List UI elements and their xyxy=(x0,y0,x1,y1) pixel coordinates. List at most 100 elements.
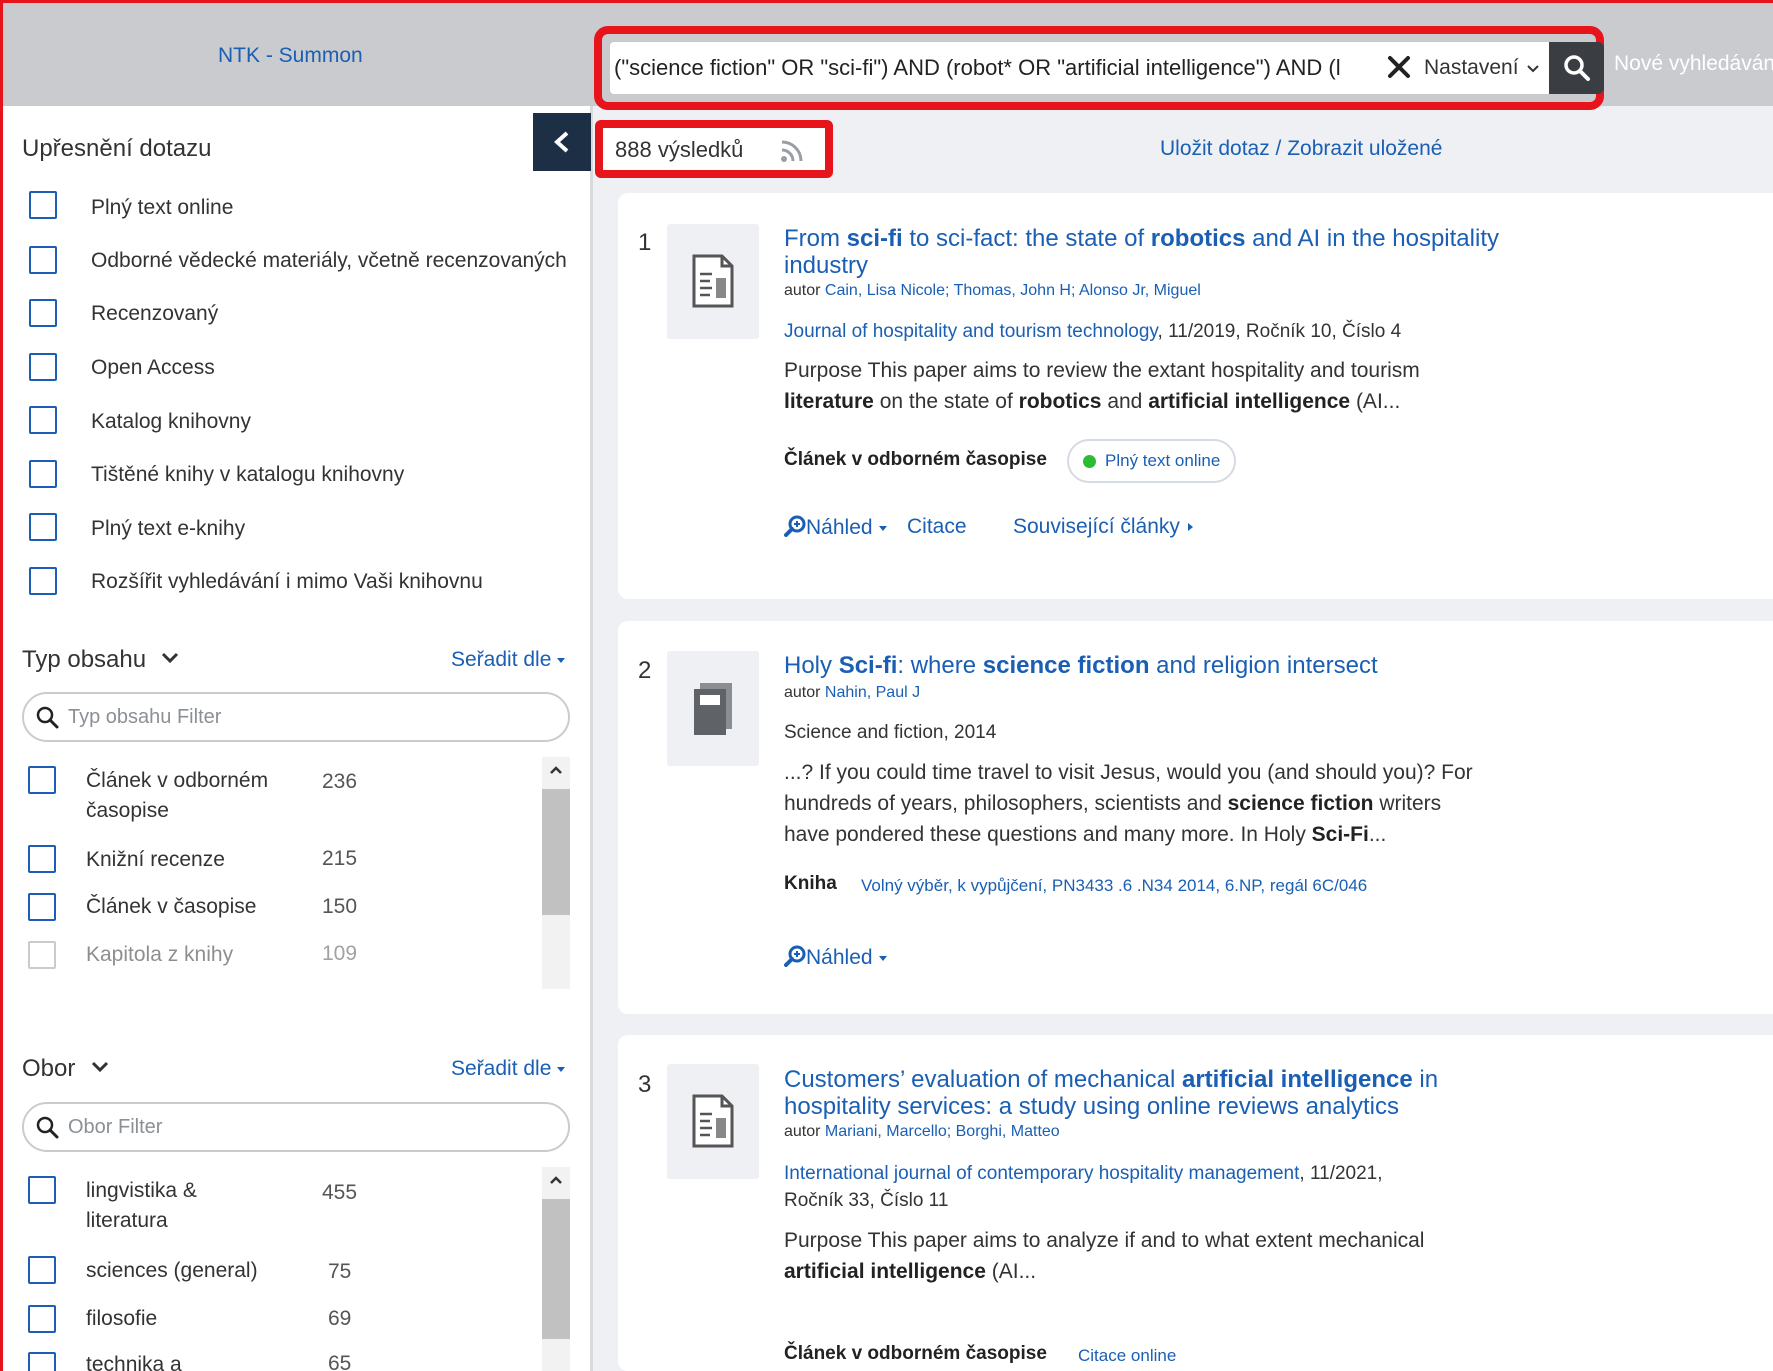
checkbox-facet-item[interactable] xyxy=(28,1256,56,1284)
related-articles-button[interactable]: Související články xyxy=(1013,515,1193,539)
checkbox-peer-reviewed[interactable] xyxy=(29,299,57,327)
citation-online-link[interactable]: Citace online xyxy=(1078,1346,1176,1366)
checkbox-facet-item[interactable] xyxy=(28,845,56,873)
result-title-2[interactable]: Holy Sci-fi: where science fiction and r… xyxy=(784,652,1544,679)
checkbox-facet-item[interactable] xyxy=(28,941,56,969)
author-link[interactable]: Cain, Lisa Nicole; Thomas, John H; Alons… xyxy=(825,282,1201,299)
result-content-type: Článek v odborném časopise xyxy=(784,449,1047,470)
save-query-link[interactable]: Uložit dotaz / Zobrazit uložené xyxy=(1160,137,1442,161)
author-link[interactable]: Mariani, Marcello; Borghi, Matteo xyxy=(825,1123,1060,1140)
search-input[interactable] xyxy=(610,42,1380,94)
facet-title-content-type[interactable]: Typ obsahu xyxy=(22,646,146,674)
collapse-sidebar-button[interactable] xyxy=(533,113,591,171)
result-authors: autor Nahin, Paul J xyxy=(784,684,920,702)
chevron-down-icon[interactable] xyxy=(160,651,180,665)
chevron-down-icon xyxy=(1527,65,1539,73)
caret-right-icon xyxy=(1187,523,1193,532)
result-rank: 1 xyxy=(638,229,652,256)
result-rank: 3 xyxy=(638,1071,652,1098)
availability-link[interactable]: Volný výběr, k vypůjčení, PN3433 .6 .N34… xyxy=(861,876,1367,896)
brand-link[interactable]: NTK - Summon xyxy=(218,44,363,68)
clear-icon[interactable] xyxy=(1386,54,1412,80)
result-authors: autor Cain, Lisa Nicole; Thomas, John H;… xyxy=(784,282,1201,300)
journal-link[interactable]: Journal of hospitality and tourism techn… xyxy=(784,321,1158,342)
caret-icon xyxy=(878,525,887,531)
citation-button[interactable]: Citace xyxy=(907,515,967,539)
sort-link-content-type[interactable]: Seřadit dle xyxy=(451,648,566,672)
checkbox-printed-books[interactable] xyxy=(29,460,57,488)
sidebar-divider xyxy=(590,106,593,1371)
rss-icon[interactable] xyxy=(779,138,805,164)
option-label: Open Access xyxy=(91,356,215,379)
result-title-1[interactable]: From sci-fi to sci-fact: the state of ro… xyxy=(784,225,1544,279)
facet-title-subject[interactable]: Obor xyxy=(22,1055,75,1083)
article-icon xyxy=(692,254,734,308)
checkbox-facet-item[interactable] xyxy=(28,766,56,794)
journal-link[interactable]: International journal of contemporary ho… xyxy=(784,1163,1299,1184)
facet-item-label: sciences (general) xyxy=(86,1259,258,1282)
result-source: International journal of contemporary ho… xyxy=(784,1160,1383,1187)
new-search-link[interactable]: Nové vyhledávání xyxy=(1614,52,1773,76)
result-title-3[interactable]: Customers’ evaluation of mechanical arti… xyxy=(784,1066,1544,1120)
checkbox-ebooks[interactable] xyxy=(29,513,57,541)
result-thumbnail[interactable] xyxy=(667,224,759,339)
subject-scrollbar[interactable] xyxy=(542,1167,570,1371)
checkbox-library-catalog[interactable] xyxy=(29,406,57,434)
results-count-highlight: 888 výsledků xyxy=(595,120,833,178)
availability-label: Plný text online xyxy=(1105,451,1221,470)
subject-filter xyxy=(22,1102,570,1152)
preview-button[interactable]: Náhled xyxy=(784,945,887,970)
full-text-online-badge[interactable]: Plný text online xyxy=(1067,439,1237,483)
content-type-filter-input[interactable] xyxy=(68,704,548,730)
settings-dropdown[interactable]: Nastavení xyxy=(1424,56,1519,80)
chevron-left-icon xyxy=(554,131,569,153)
facet-item-label: filosofie xyxy=(86,1307,158,1330)
result-authors: autor Mariani, Marcello; Borghi, Matteo xyxy=(784,1123,1060,1141)
checkbox-facet-item[interactable] xyxy=(28,1305,56,1333)
search-box: Nastavení xyxy=(610,42,1549,94)
author-prefix: autor xyxy=(784,1123,821,1140)
facet-item-label: lingvistika & literatura xyxy=(86,1179,197,1232)
option-label: Odborné vědecké materiály, včetně recenz… xyxy=(91,249,567,272)
preview-icon xyxy=(784,515,806,537)
author-prefix: autor xyxy=(784,684,821,701)
chevron-down-icon[interactable] xyxy=(90,1060,110,1074)
search-icon xyxy=(1564,55,1590,81)
facet-item-label: Kapitola z knihy xyxy=(86,943,234,966)
facet-item-count: 109 xyxy=(322,942,358,965)
checkbox-facet-item[interactable] xyxy=(28,1352,56,1371)
option-label: Recenzovaný xyxy=(91,302,219,325)
checkbox-scholarly[interactable] xyxy=(29,246,57,274)
preview-label: Náhled xyxy=(806,516,873,539)
checkbox-facet-item[interactable] xyxy=(28,1176,56,1204)
online-dot xyxy=(1083,455,1096,468)
scroll-up-icon[interactable] xyxy=(549,1175,563,1185)
refine-title: Upřesnění dotazu xyxy=(22,135,212,162)
result-source: Science and fiction, 2014 xyxy=(784,722,997,743)
option-label: Rozšířit vyhledávání i mimo Vaši knihovn… xyxy=(91,570,483,593)
article-icon xyxy=(692,1094,734,1148)
facet-item-count: 215 xyxy=(322,847,358,870)
checkbox-open-access[interactable] xyxy=(29,353,57,381)
result-source: Journal of hospitality and tourism techn… xyxy=(784,318,1401,345)
content-type-filter xyxy=(22,692,570,742)
source-details: , 11/2021, xyxy=(1299,1163,1383,1184)
content-type-scrollbar[interactable] xyxy=(542,757,570,989)
result-thumbnail[interactable] xyxy=(667,1064,759,1179)
sort-link-subject[interactable]: Seřadit dle xyxy=(451,1057,566,1081)
scroll-up-icon[interactable] xyxy=(549,765,563,775)
author-link[interactable]: Nahin, Paul J xyxy=(825,684,920,701)
facet-item-count: 65 xyxy=(328,1352,352,1371)
subject-filter-input[interactable] xyxy=(68,1114,548,1140)
checkbox-expand-search[interactable] xyxy=(29,567,57,595)
facet-item-label: Článek v časopise xyxy=(86,895,257,918)
checkbox-facet-item[interactable] xyxy=(28,893,56,921)
result-abstract: Purpose This paper aims to analyze if an… xyxy=(784,1229,1425,1283)
scroll-thumb[interactable] xyxy=(542,1199,570,1339)
preview-button[interactable]: Náhled xyxy=(784,515,887,540)
option-label: Plný text online xyxy=(91,196,234,219)
search-button[interactable] xyxy=(1549,42,1604,94)
result-thumbnail[interactable] xyxy=(667,651,759,766)
scroll-thumb[interactable] xyxy=(542,789,570,915)
checkbox-full-text-online[interactable] xyxy=(29,191,57,219)
